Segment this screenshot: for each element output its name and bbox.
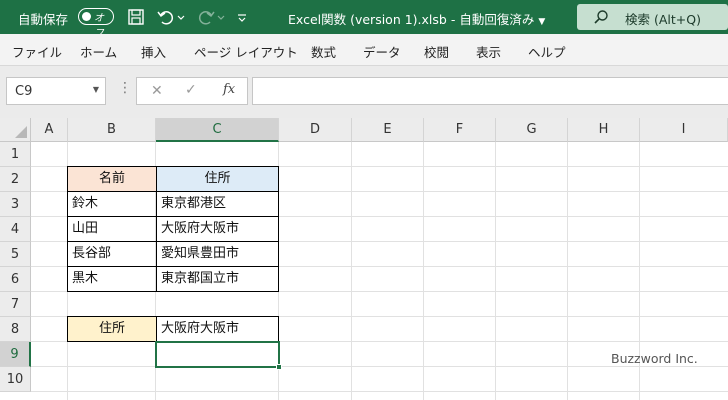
cancel-icon[interactable]: ✕ (151, 83, 163, 99)
gridline (351, 142, 352, 400)
gridline (567, 142, 568, 400)
undo-icon[interactable] (156, 7, 176, 27)
menu-help[interactable]: ヘルプ (528, 42, 566, 61)
gridline (31, 366, 728, 367)
file-name-text: Excel関数 (version 1).xlsb (288, 12, 447, 27)
search-label: 検索 (Alt+Q) (625, 12, 701, 27)
formula-actions: ✕ ✓ fx (136, 77, 248, 105)
gridline (423, 142, 424, 400)
menu-page-layout[interactable]: ページ レイアウト (194, 42, 298, 61)
insert-function-icon[interactable]: fx (223, 82, 235, 97)
cell-b5[interactable]: 長谷部 (67, 241, 157, 267)
menu-insert[interactable]: 挿入 (141, 42, 166, 61)
redo-dropdown-icon[interactable] (216, 7, 226, 27)
chevron-down-icon[interactable]: ▼ (93, 85, 99, 94)
gridline (495, 142, 496, 400)
customize-toolbar-icon[interactable] (236, 7, 248, 27)
menu-data[interactable]: データ (363, 42, 401, 61)
search-icon (594, 10, 608, 24)
title-bar: 自動保存 オフ Excel関数 (version 1).xlsb - 自動回復済… (0, 0, 728, 39)
column-header-b[interactable]: B (68, 118, 156, 142)
row-header-10[interactable]: 10 (0, 367, 31, 392)
cell-b4[interactable]: 山田 (67, 216, 157, 242)
menu-view[interactable]: 表示 (476, 42, 501, 61)
cell-c3[interactable]: 東京都港区 (156, 191, 279, 217)
menu-file[interactable]: ファイル (12, 42, 62, 61)
row-header-6[interactable]: 6 (0, 267, 31, 292)
toggle-knob (82, 11, 91, 21)
autosave-label: 自動保存 (18, 12, 69, 27)
cell-b8-lookup-label[interactable]: 住所 (67, 316, 157, 342)
name-box-value: C9 (15, 84, 33, 99)
cell-c4[interactable]: 大阪府大阪市 (156, 216, 279, 242)
select-all-icon (15, 126, 27, 138)
row-header-4[interactable]: 4 (0, 217, 31, 242)
column-header-c[interactable]: C (156, 118, 279, 142)
cell-c8-lookup-value[interactable]: 大阪府大阪市 (156, 316, 279, 342)
cell-b2-header-name[interactable]: 名前 (67, 166, 157, 192)
menu-home[interactable]: ホーム (80, 42, 117, 61)
row-header-8[interactable]: 8 (0, 317, 31, 342)
column-header-f[interactable]: F (424, 118, 496, 142)
column-header-g[interactable]: G (496, 118, 568, 142)
cell-c5[interactable]: 愛知県豊田市 (156, 241, 279, 267)
check-icon[interactable]: ✓ (185, 82, 197, 98)
column-header-e[interactable]: E (352, 118, 424, 142)
save-status: 自動回復済み (459, 12, 535, 27)
formula-input[interactable] (252, 77, 728, 105)
fill-handle[interactable] (276, 364, 282, 370)
row-header-3[interactable]: 3 (0, 192, 31, 217)
save-icon[interactable] (126, 7, 146, 27)
watermark: Buzzword Inc. (611, 351, 698, 366)
worksheet-grid: A B C D E F G H I 1 2 3 4 5 6 7 8 9 10 名… (0, 118, 728, 400)
row-header-7[interactable]: 7 (0, 292, 31, 317)
select-all-button[interactable] (0, 118, 31, 142)
cell-b3[interactable]: 鈴木 (67, 191, 157, 217)
redo-icon[interactable] (196, 7, 216, 27)
file-name[interactable]: Excel関数 (version 1).xlsb - 自動回復済み ▼ (288, 9, 545, 28)
row-header-1[interactable]: 1 (0, 142, 31, 167)
active-cell-c9[interactable] (155, 341, 280, 368)
row-header-2[interactable]: 2 (0, 167, 31, 192)
name-box[interactable]: C9 ▼ (6, 77, 106, 105)
undo-dropdown-icon[interactable] (176, 7, 186, 27)
column-header-a[interactable]: A (31, 118, 68, 142)
search-box[interactable]: 検索 (Alt+Q) (577, 4, 728, 30)
menu-review[interactable]: 校閲 (424, 42, 449, 61)
formula-bar: C9 ▼ ⋮ ✕ ✓ fx (0, 66, 728, 118)
column-header-i[interactable]: I (640, 118, 728, 142)
cell-c2-header-address[interactable]: 住所 (156, 166, 279, 192)
autosave-toggle[interactable]: オフ (78, 8, 114, 39)
gridline (31, 391, 728, 392)
column-header-h[interactable]: H (568, 118, 640, 142)
more-options-icon[interactable]: ⋮ (118, 80, 132, 96)
row-header-5[interactable]: 5 (0, 242, 31, 267)
column-header-d[interactable]: D (279, 118, 352, 142)
cell-c6[interactable]: 東京都国立市 (156, 266, 279, 292)
ribbon-menu: ファイル ホーム 挿入 ページ レイアウト 数式 データ 校閲 表示 ヘルプ (0, 34, 728, 66)
chevron-down-icon: ▼ (538, 17, 546, 27)
cell-b6[interactable]: 黒木 (67, 266, 157, 292)
menu-formulas[interactable]: 数式 (311, 42, 336, 61)
row-header-9[interactable]: 9 (0, 342, 31, 367)
